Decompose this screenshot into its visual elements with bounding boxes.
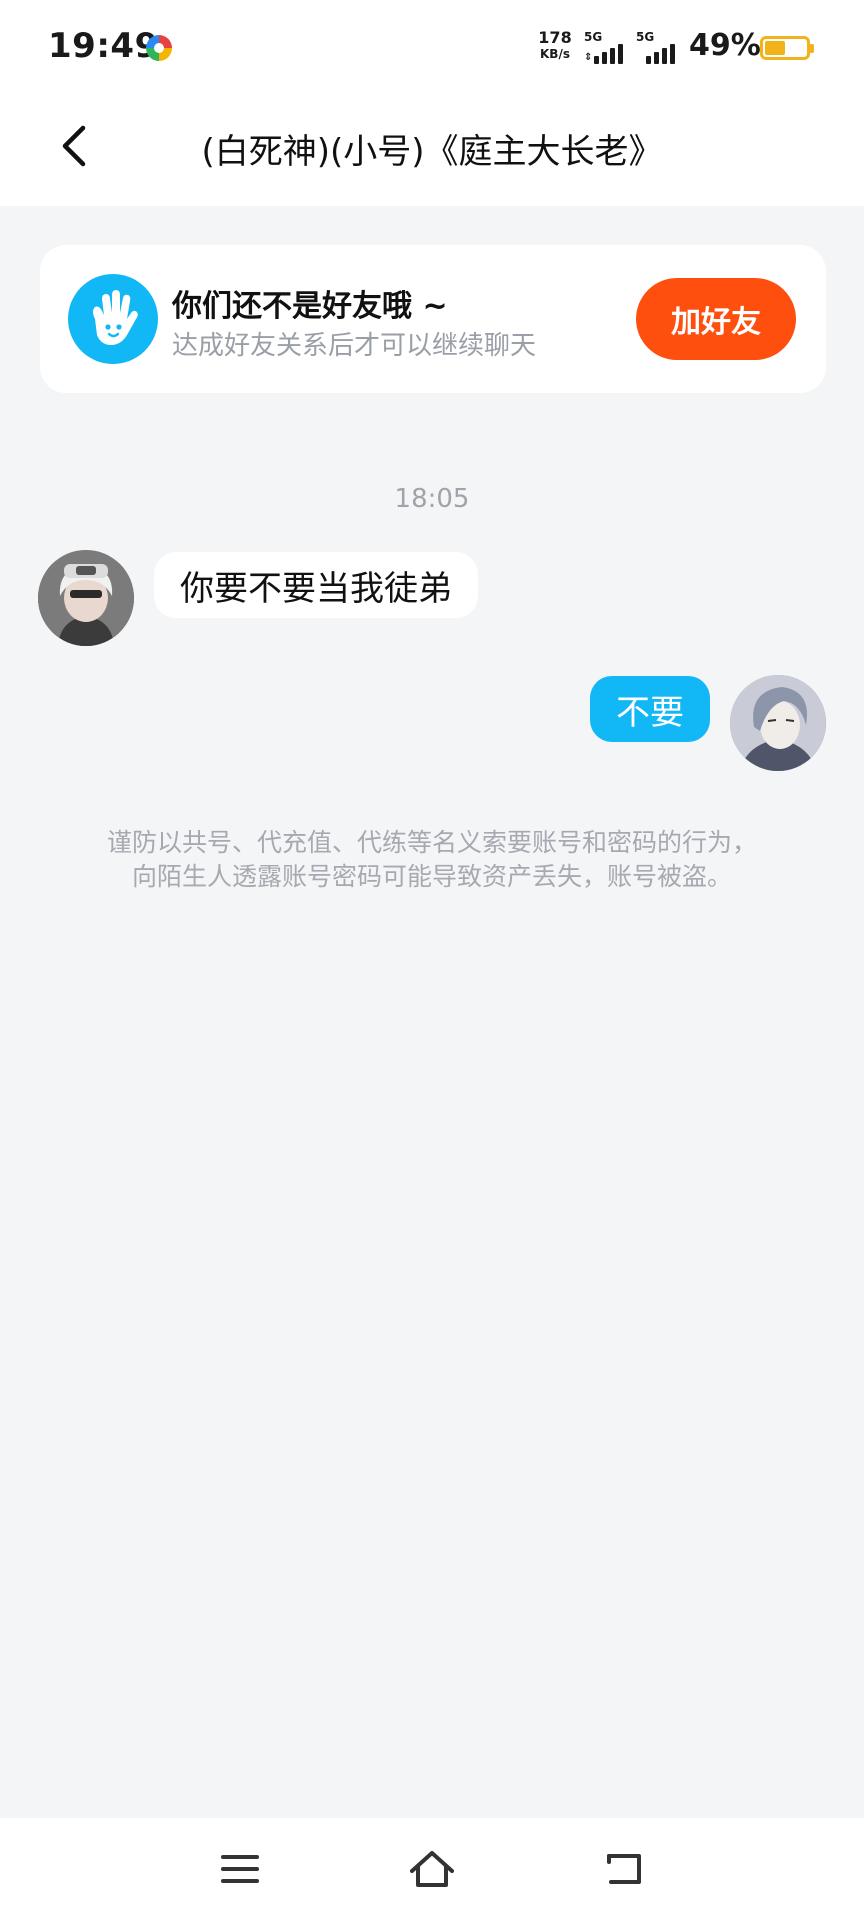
sim1-signal-icon: 5G ⇕ [584, 30, 628, 64]
app-notification-icon [146, 35, 172, 61]
safety-notice-line-1: 谨防以共号、代充值、代练等名义索要账号和密码的行为， [106, 828, 757, 857]
sim2-signal-icon: 5G [636, 30, 682, 64]
waving-hand-icon [68, 274, 158, 364]
back-button[interactable] [44, 116, 104, 176]
message-timestamp: 18:05 [394, 484, 470, 514]
contact-avatar[interactable] [38, 550, 134, 646]
battery-percent: 49% [689, 28, 761, 63]
status-time: 19:49 [48, 26, 159, 66]
chevron-left-icon [62, 125, 86, 167]
incoming-message-bubble[interactable]: 你要不要当我徒弟 [154, 552, 478, 618]
banner-title: 你们还不是好友哦 ~ [172, 289, 448, 324]
not-friends-banner: 你们还不是好友哦 ~ 达成好友关系后才可以继续聊天 加好友 [40, 245, 826, 393]
menu-icon [221, 1855, 259, 1883]
data-activity-icon: ⇕ [584, 52, 593, 63]
my-avatar[interactable] [730, 675, 826, 771]
battery-icon [760, 36, 814, 60]
safety-notice-line-2: 向陌生人透露账号密码可能导致资产丢失，账号被盗。 [131, 862, 732, 891]
system-navigation-bar [0, 1818, 864, 1920]
add-friend-button[interactable]: 加好友 [636, 278, 796, 360]
network-speed-value: 178 [538, 28, 572, 47]
outgoing-message-bubble[interactable]: 不要 [590, 676, 710, 742]
battery-level-fill [765, 41, 785, 55]
network-speed-unit: KB/s [540, 47, 570, 61]
sim2-network-label: 5G [636, 30, 655, 44]
home-button[interactable] [401, 1838, 463, 1900]
sim1-network-label: 5G [584, 30, 603, 44]
chat-header: (白死神)(小号)《庭主大长老》 [0, 96, 864, 206]
banner-subtitle: 达成好友关系后才可以继续聊天 [172, 331, 537, 361]
home-icon [410, 1851, 454, 1887]
page-title[interactable]: (白死神)(小号)《庭主大长老》 [120, 124, 744, 173]
safety-notice: 谨防以共号、代充值、代练等名义索要账号和密码的行为， 向陌生人透露账号密码可能导… [50, 826, 814, 894]
status-bar: 19:49 178 KB/s 5G ⇕ 5G 49% [0, 0, 864, 96]
back-return-icon [607, 1854, 641, 1884]
network-speed: 178 KB/s [536, 28, 574, 61]
recent-apps-button[interactable] [209, 1838, 271, 1900]
back-nav-button[interactable] [593, 1838, 655, 1900]
